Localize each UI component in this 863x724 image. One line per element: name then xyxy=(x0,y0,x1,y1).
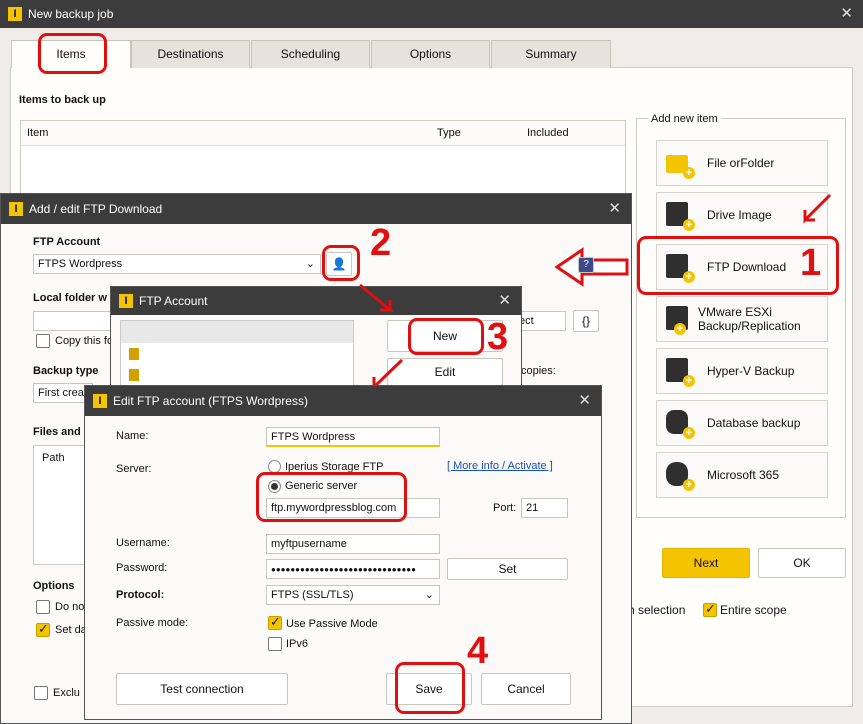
close-icon[interactable]: ✕ xyxy=(578,391,591,409)
column-type: Type xyxy=(437,127,461,139)
folder-icon: + xyxy=(663,147,695,179)
step-number-2: 2 xyxy=(370,222,392,264)
close-icon[interactable]: ✕ xyxy=(498,291,511,309)
files-list: Path xyxy=(33,445,88,565)
protocol-select[interactable]: FTPS (SSL/TLS) ⌄ xyxy=(266,585,440,605)
copy-folder-checkbox[interactable] xyxy=(36,334,50,348)
column-included: Included xyxy=(527,127,569,139)
items-heading: Items to back up xyxy=(19,94,106,106)
ftp-account-label: FTP Account xyxy=(33,236,101,248)
step-number-1: 1 xyxy=(800,242,822,284)
add-hyperv-button[interactable]: + Hyper-V Backup xyxy=(656,348,828,394)
add-file-folder-button[interactable]: + File orFolder xyxy=(656,140,828,186)
ftp-account-select[interactable]: FTPS Wordpress ⌄ xyxy=(33,254,321,274)
close-icon[interactable]: ✕ xyxy=(840,4,853,22)
password-field[interactable]: ●●●●●●●●●●●●●●●●●●●●●●●●●●●●●● xyxy=(266,559,440,579)
drive-icon: + xyxy=(663,199,695,231)
tab-destinations[interactable]: Destinations xyxy=(131,40,250,68)
port-label: Port: xyxy=(493,502,517,514)
database-icon: + xyxy=(663,407,695,439)
step-number-3: 3 xyxy=(487,316,509,358)
copy-folder-label: Copy this fo xyxy=(55,335,114,347)
iperius-logo-icon: I xyxy=(9,202,23,216)
ipv6-checkbox[interactable] xyxy=(268,637,282,651)
password-label: Password: xyxy=(116,562,168,574)
server-label: Server: xyxy=(116,463,152,475)
edit-ftp-titlebar: I Edit FTP account (FTPS Wordpress) ✕ xyxy=(85,386,601,416)
more-info-link[interactable]: [ More info / Activate ] xyxy=(447,460,553,472)
ipv6-label: IPv6 xyxy=(286,638,309,650)
add-database-button[interactable]: + Database backup xyxy=(656,400,828,446)
highlight-items-tab xyxy=(38,33,107,74)
main-titlebar: I New backup job ✕ xyxy=(0,0,863,28)
tab-options[interactable]: Options xyxy=(371,40,490,68)
edit-ftp-title: Edit FTP account (FTPS Wordpress) xyxy=(113,394,308,408)
port-field[interactable]: 21 xyxy=(521,498,568,518)
items-table: Item Type Included xyxy=(20,120,626,200)
test-connection-button[interactable]: Test connection xyxy=(116,673,288,705)
ftp-download-title: Add / edit FTP Download xyxy=(29,202,163,216)
highlight-save xyxy=(395,662,465,714)
arrow-down-right-icon xyxy=(359,283,395,312)
do-not-checkbox[interactable] xyxy=(36,600,50,614)
highlight-account-button xyxy=(322,245,360,281)
username-field[interactable]: myftpusername xyxy=(266,534,440,554)
set-date-label: Set da xyxy=(55,624,87,636)
passive-mode-label: Passive mode: xyxy=(116,617,189,629)
vmware-icon: + xyxy=(663,303,688,335)
highlight-server xyxy=(256,472,407,522)
iperius-logo-icon: I xyxy=(119,294,133,308)
next-button[interactable]: Next xyxy=(662,548,750,578)
tab-scheduling[interactable]: Scheduling xyxy=(251,40,370,68)
exclude-checkbox[interactable] xyxy=(34,686,48,700)
entire-scope-label: Entire scope xyxy=(720,603,787,617)
add-new-item-label: Add new item xyxy=(648,113,721,125)
close-icon[interactable]: ✕ xyxy=(608,199,621,217)
options-label: Options xyxy=(33,580,75,592)
entire-scope-checkbox[interactable] xyxy=(703,601,717,617)
chevron-down-icon: ⌄ xyxy=(305,258,315,270)
set-date-checkbox[interactable] xyxy=(36,621,50,637)
path-column: Path xyxy=(42,452,65,464)
tab-summary[interactable]: Summary xyxy=(491,40,611,68)
main-window-title: New backup job xyxy=(28,7,114,21)
microsoft365-icon: + xyxy=(663,459,695,491)
username-label: Username: xyxy=(116,537,170,549)
name-label: Name: xyxy=(116,430,149,442)
backup-type-label: Backup type xyxy=(33,365,99,377)
ftp-account-titlebar: I FTP Account ✕ xyxy=(111,287,521,315)
protocol-label: Protocol: xyxy=(116,589,165,601)
do-not-label: Do no xyxy=(55,601,85,613)
ftp-account-title: FTP Account xyxy=(139,294,208,308)
cancel-button[interactable]: Cancel xyxy=(481,673,571,705)
name-field[interactable]: FTPS Wordpress xyxy=(266,427,440,447)
files-label: Files and xyxy=(33,426,81,438)
iperius-logo-icon: I xyxy=(8,7,22,21)
add-microsoft365-button[interactable]: + Microsoft 365 xyxy=(656,452,828,498)
arrow-down-left-icon xyxy=(803,193,832,224)
copies-label: copies: xyxy=(521,365,556,377)
ftp-accounts-list[interactable] xyxy=(120,320,354,386)
variables-button[interactable]: {} xyxy=(573,310,599,332)
use-passive-checkbox[interactable] xyxy=(268,614,282,630)
account-icon xyxy=(129,369,139,381)
account-icon xyxy=(129,348,139,360)
use-passive-label: Use Passive Mode xyxy=(286,618,378,630)
local-folder-label: Local folder w xyxy=(33,292,107,304)
highlight-new-button xyxy=(408,318,484,355)
help-icon[interactable]: ? xyxy=(578,257,594,273)
add-vmware-button[interactable]: + VMware ESXi Backup/Replication xyxy=(656,296,828,342)
set-password-button[interactable]: Set xyxy=(447,558,568,580)
server-icon: + xyxy=(663,355,695,387)
column-item: Item xyxy=(27,127,49,139)
chevron-down-icon: ⌄ xyxy=(424,589,434,601)
ok-button[interactable]: OK xyxy=(758,548,846,578)
exclude-label: Exclu xyxy=(53,687,80,699)
iperius-logo-icon: I xyxy=(93,394,107,408)
ftp-download-titlebar: I Add / edit FTP Download ✕ xyxy=(1,194,631,224)
step-number-4: 4 xyxy=(467,630,489,672)
